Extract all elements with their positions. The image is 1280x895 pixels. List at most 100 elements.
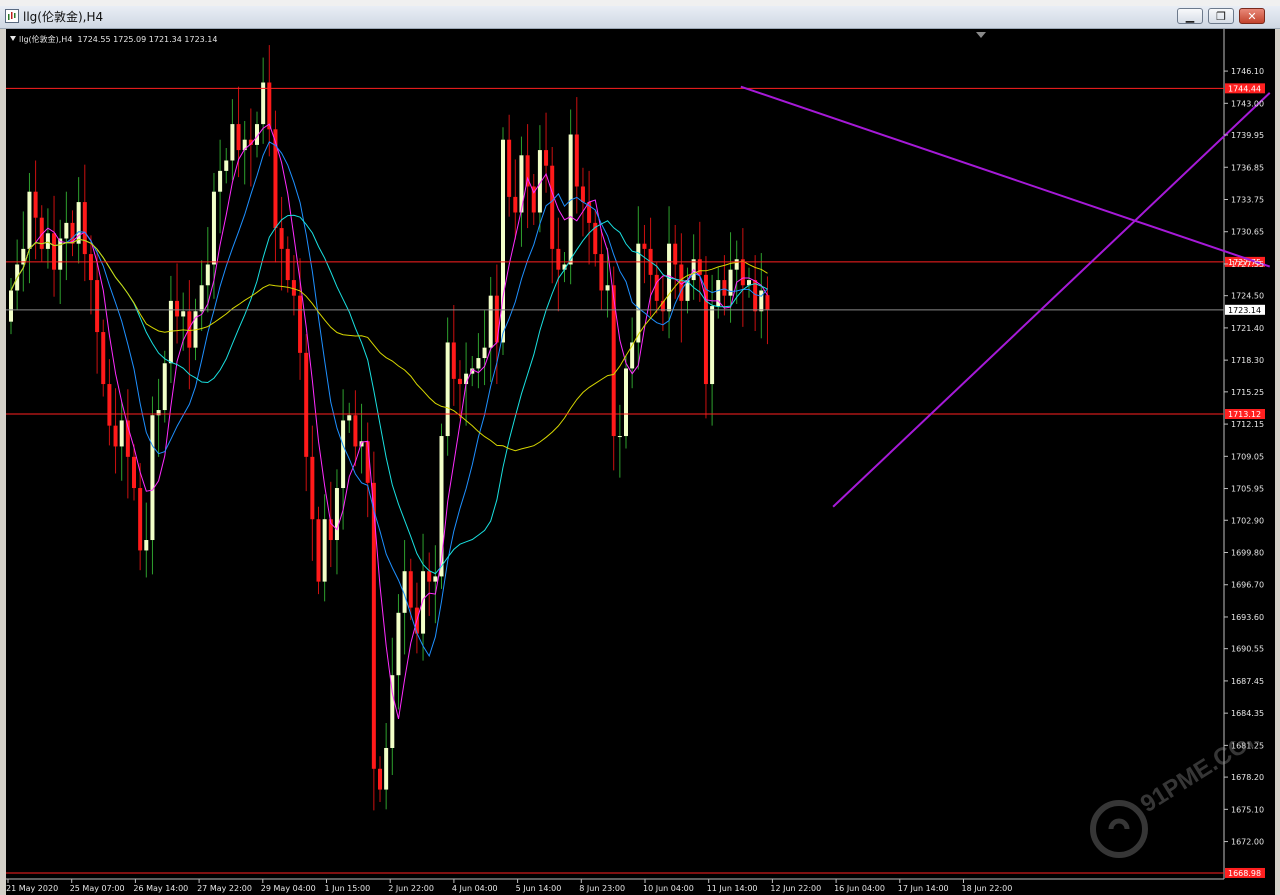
price-tick-label: 1746.10 [1231,67,1264,76]
price-tick-label: 1675.10 [1231,805,1264,814]
candle-body [218,170,223,192]
restore-icon: ❐ [1216,9,1226,23]
candle-body [9,290,13,322]
chart-title-bar[interactable]: llg(伦敦金),H4 ▁ ❐ ✕ [0,6,1280,29]
trendline-upper-resistance [740,85,1271,268]
candle-body [205,264,210,286]
candle-body [378,768,382,790]
candle-body [341,420,346,489]
candle-body [513,196,518,213]
candle-body [33,191,38,218]
candle-body [310,456,315,520]
candle-body [390,675,395,748]
candle-body [285,248,290,281]
candle-body [740,259,745,286]
candle-body [617,436,622,438]
candle-body [544,150,549,166]
right-frame [1275,29,1280,895]
price-chart[interactable]: 1744.44 1727.75 1713.12 1668.98 1723.14 1746.… [6,29,1275,895]
close-icon: ✕ [1247,9,1257,23]
candle-body [27,191,32,249]
candle-body [291,280,296,296]
candle-body [304,352,309,457]
price-tick-label: 1733.75 [1231,195,1264,204]
candle-body [457,378,462,385]
level-label: 1744.44 [1228,84,1261,93]
candle-body [88,254,93,281]
time-tick-label: 1 Jun 15:00 [325,884,371,893]
candle-body [445,342,450,437]
candle-body [316,519,321,582]
dropdown-icon[interactable] [10,36,16,41]
candle-body [507,139,512,197]
candle-body [58,238,63,270]
candle-body [187,311,192,348]
candle-body [211,191,216,265]
price-tick-label: 1681.25 [1231,741,1264,750]
candle-body [765,295,770,310]
candle-body [101,332,106,385]
candle-body [427,571,432,582]
price-tick-label: 1721.40 [1231,324,1264,333]
time-tick-label: 5 Jun 14:00 [516,884,562,893]
candle-body [642,243,647,249]
price-tick-label: 1702.90 [1231,516,1264,525]
candle-body [64,222,69,239]
candle-body [654,274,659,301]
time-tick-label: 25 May 07:00 [70,884,125,893]
candle-body [734,259,739,270]
time-tick-label: 16 Jun 04:00 [834,884,885,893]
candle-body [488,295,493,348]
ma-fast-line [10,123,768,720]
trendline-lower-support [832,92,1271,508]
candle-body [421,571,426,634]
candle-body [119,420,124,447]
time-tick-label: 27 May 22:00 [197,884,252,893]
candles-group [9,45,770,811]
price-tick-label: 1727.55 [1231,260,1264,269]
candle-body [451,342,456,379]
close-button[interactable]: ✕ [1239,8,1265,24]
time-tick-label: 10 Jun 04:00 [643,884,694,893]
candle-body [353,415,358,447]
price-tick-label: 1712.15 [1231,420,1264,429]
candle-body [175,300,180,317]
time-tick-label: 4 Jun 04:00 [452,884,498,893]
candle-body [556,248,561,270]
candle-body [82,202,87,255]
candle-body [52,233,57,270]
price-tick-label: 1678.20 [1231,773,1264,782]
chart-info-line: llg(伦敦金),H4 1724.55 1725.09 1721.34 1723… [10,34,217,45]
candle-body [624,368,628,437]
candle-body [107,384,112,426]
candle-body [138,488,143,551]
candle-body [162,363,167,411]
price-tick-label: 1709.05 [1231,452,1264,461]
candle-body [599,254,604,291]
chart-shift-marker [976,32,986,38]
minimize-icon: ▁ [1185,9,1195,23]
candle-body [267,82,272,130]
restore-button[interactable]: ❐ [1208,8,1234,24]
candle-body [605,285,610,291]
price-tick-label: 1690.55 [1231,645,1264,654]
candle-body [710,306,715,385]
current-price-label: 1723.14 [1228,306,1261,315]
candle-body [144,540,149,551]
ma-slow-line [10,214,768,575]
price-tick-label: 1699.80 [1231,549,1264,558]
candle-body [636,243,641,343]
time-tick-label: 11 Jun 14:00 [707,884,758,893]
candle-body [722,280,727,296]
price-tick-label: 1687.45 [1231,677,1264,686]
candle-body [759,290,764,312]
candle-body [199,285,204,312]
chart-canvas[interactable]: 1744.441727.751713.121668.981723.141746.… [6,29,1275,895]
candle-body [230,124,235,161]
time-tick-label: 8 Jun 23:00 [579,884,625,893]
minimize-button[interactable]: ▁ [1177,8,1203,24]
candle-body [279,228,284,249]
terminal-window: llg(伦敦金),H4 ▁ ❐ ✕ 1744.44 1727.75 1713.12 1… [0,0,1280,895]
candle-body [113,425,118,447]
ma-long-line [10,238,768,452]
